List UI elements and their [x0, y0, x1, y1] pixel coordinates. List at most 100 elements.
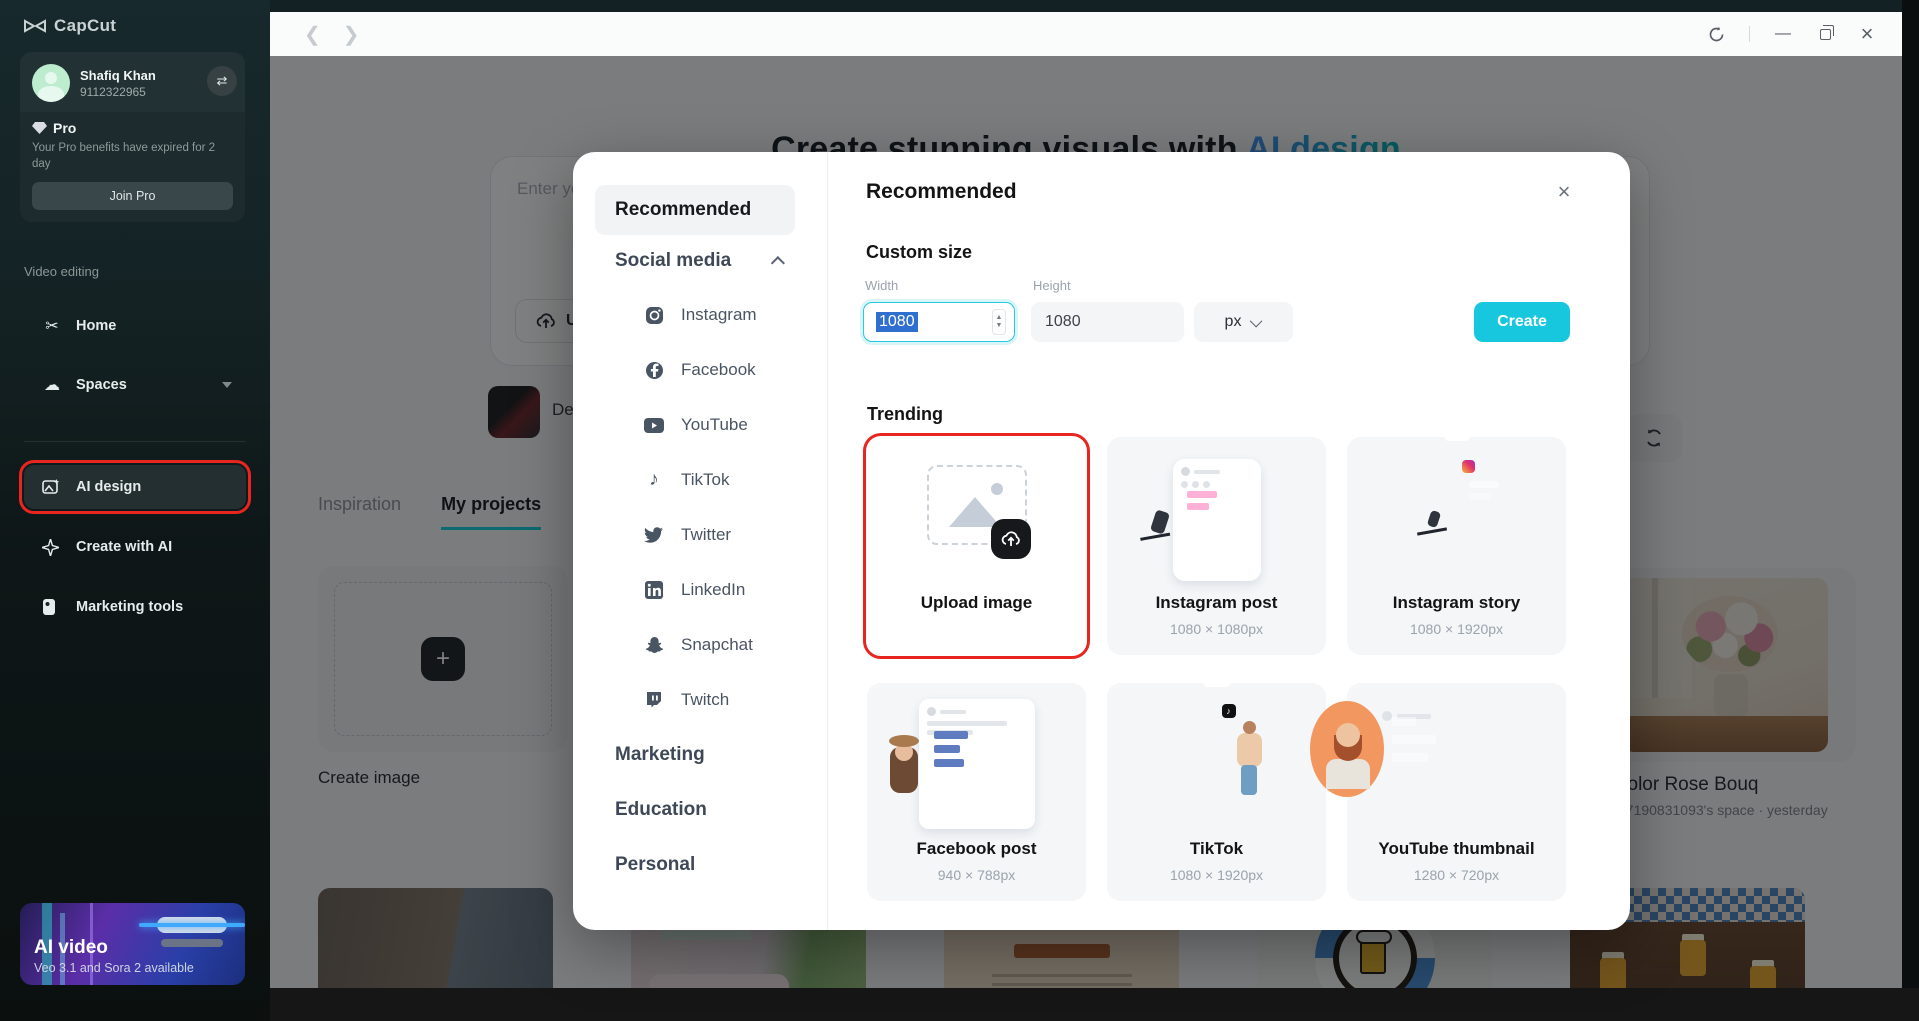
- height-label: Height: [1033, 278, 1071, 293]
- nav-group-label: Personal: [615, 854, 696, 875]
- sidebar-item-label: Marketing tools: [76, 599, 184, 615]
- nav-item-label: Twitch: [681, 690, 730, 709]
- unit-select[interactable]: px: [1194, 302, 1293, 342]
- card-tiktok[interactable]: ♪ TikTok 1080 × 1920px: [1107, 677, 1326, 901]
- modal-nav: Recommended Social media Instagram Faceb…: [573, 152, 828, 930]
- card-instagram-story[interactable]: Instagram story 1080 × 1920px: [1347, 432, 1566, 655]
- nav-item-youtube[interactable]: YouTube: [643, 414, 748, 436]
- youtube-thumbnail-preview: [1309, 701, 1532, 821]
- card-facebook-post[interactable]: Facebook post 940 × 788px: [867, 683, 1086, 901]
- pro-desc: Your Pro benefits have expired for 2 day: [32, 142, 216, 170]
- marketing-tools-icon: [42, 598, 62, 616]
- width-input[interactable]: 1080 ▲ ▼: [863, 302, 1015, 342]
- nav-item-tiktok[interactable]: ♪ TikTok: [643, 469, 730, 491]
- join-pro-button[interactable]: Join Pro: [32, 182, 233, 211]
- card-size: 1080 × 1080px: [1169, 621, 1264, 637]
- chevron-down-icon: [222, 382, 232, 388]
- user-id: 9112322965: [80, 84, 146, 99]
- avatar: [32, 64, 70, 102]
- unit-value: px: [1224, 313, 1242, 330]
- cloud-icon: ☁: [44, 377, 60, 394]
- size-picker-modal: Recommended Social media Instagram Faceb…: [573, 152, 1630, 930]
- snapchat-icon: [643, 634, 665, 656]
- user-name: Shafiq Khan: [80, 67, 156, 83]
- sidebar-item-spaces[interactable]: ☁ Spaces: [24, 363, 246, 407]
- trending-heading: Trending: [867, 404, 943, 424]
- refresh-icon[interactable]: [1707, 25, 1725, 43]
- video-editing-label: Video editing: [24, 264, 99, 279]
- chevron-up-icon: [770, 256, 786, 271]
- close-icon[interactable]: ×: [1550, 178, 1578, 206]
- nav-group-label: Social media: [615, 250, 732, 271]
- card-title: Facebook post: [916, 839, 1037, 858]
- modal-title: Recommended: [866, 180, 1017, 203]
- sidebar-item-label: Create with AI: [76, 539, 173, 555]
- nav-group-education[interactable]: Education: [615, 799, 707, 821]
- facebook-icon: [643, 359, 665, 381]
- card-upload-image[interactable]: Upload image: [863, 433, 1090, 659]
- nav-item-twitter[interactable]: Twitter: [643, 524, 731, 546]
- nav-group-marketing[interactable]: Marketing: [615, 744, 705, 766]
- promo-title: AI video: [34, 937, 108, 958]
- nav-group-label: Marketing: [615, 744, 705, 765]
- sidebar: CapCut Shafiq Khan 9112322965 ⇄ Pro Your…: [0, 0, 270, 1021]
- nav-item-label: TikTok: [681, 470, 730, 489]
- linkedin-icon: [643, 579, 665, 601]
- chevron-down-icon: [1250, 314, 1263, 327]
- twitter-icon: [643, 524, 665, 546]
- diamond-icon: [32, 122, 47, 134]
- minimize-button[interactable]: —: [1774, 25, 1792, 43]
- nav-group-personal[interactable]: Personal: [615, 854, 695, 876]
- upload-cloud-icon: [991, 519, 1031, 559]
- card-title: Instagram post: [1155, 593, 1278, 612]
- nav-item-facebook[interactable]: Facebook: [643, 359, 756, 381]
- stepper-icon[interactable]: ▲ ▼: [992, 309, 1006, 335]
- top-bar: ❮ ❯ — ×: [270, 12, 1902, 56]
- youtube-icon: [643, 414, 665, 436]
- brand-name: CapCut: [54, 16, 117, 35]
- switch-account-icon[interactable]: ⇄: [207, 66, 237, 96]
- sidebar-divider: [24, 441, 246, 442]
- card-size: 940 × 788px: [937, 867, 1016, 883]
- card-title: TikTok: [1189, 839, 1244, 858]
- card-size: 1080 × 1920px: [1169, 867, 1264, 883]
- user-row[interactable]: Shafiq Khan 9112322965 ⇄: [20, 52, 245, 112]
- instagram-icon: [643, 304, 665, 326]
- sidebar-item-home[interactable]: ✂ Home: [24, 304, 246, 348]
- card-size: 1080 × 1920px: [1409, 621, 1504, 637]
- card-instagram-post[interactable]: Instagram post 1080 × 1080px: [1107, 437, 1326, 655]
- ai-video-promo-card[interactable]: AI video Veo 3.1 and Sora 2 available: [20, 903, 245, 985]
- card-youtube-thumbnail[interactable]: YouTube thumbnail 1280 × 720px: [1309, 683, 1566, 901]
- height-value: 1080: [1045, 313, 1081, 330]
- sidebar-item-marketing-tools[interactable]: Marketing tools: [24, 585, 246, 629]
- nav-item-instagram[interactable]: Instagram: [643, 304, 757, 326]
- restore-button[interactable]: [1816, 24, 1834, 43]
- instagram-post-preview: [1149, 459, 1261, 581]
- promo-subtitle: Veo 3.1 and Sora 2 available: [34, 961, 194, 975]
- width-value: 1080: [876, 312, 918, 332]
- capcut-logo-icon: [24, 19, 46, 33]
- close-window-button[interactable]: ×: [1858, 21, 1876, 46]
- width-label: Width: [865, 278, 899, 293]
- back-button[interactable]: ❮: [304, 22, 321, 47]
- nav-item-linkedin[interactable]: LinkedIn: [643, 579, 745, 601]
- sidebar-item-create-with-ai[interactable]: Create with AI: [24, 525, 246, 569]
- sidebar-item-label: AI design: [76, 479, 142, 495]
- pro-block: Pro Your Pro benefits have expired for 2…: [20, 112, 245, 223]
- scissors-icon: ✂: [45, 318, 59, 335]
- height-input[interactable]: 1080: [1031, 302, 1184, 342]
- user-panel: Shafiq Khan 9112322965 ⇄ Pro Your Pro be…: [20, 52, 245, 223]
- nav-item-label: Facebook: [681, 360, 756, 379]
- facebook-post-preview: [888, 699, 1035, 829]
- nav-item-snapchat[interactable]: Snapchat: [643, 634, 753, 656]
- create-button[interactable]: Create: [1474, 302, 1570, 342]
- sidebar-item-ai-design[interactable]: AI design: [19, 460, 251, 514]
- tiktok-icon: ♪: [649, 469, 659, 490]
- capcut-logo: CapCut: [24, 16, 116, 36]
- nav-group-social-media[interactable]: Social media: [615, 250, 786, 272]
- nav-item-twitch[interactable]: Twitch: [643, 689, 729, 711]
- forward-button[interactable]: ❯: [343, 22, 360, 47]
- nav-item-recommended[interactable]: Recommended: [595, 185, 795, 235]
- controls-divider: [1749, 26, 1750, 42]
- ai-design-icon: [42, 478, 62, 496]
